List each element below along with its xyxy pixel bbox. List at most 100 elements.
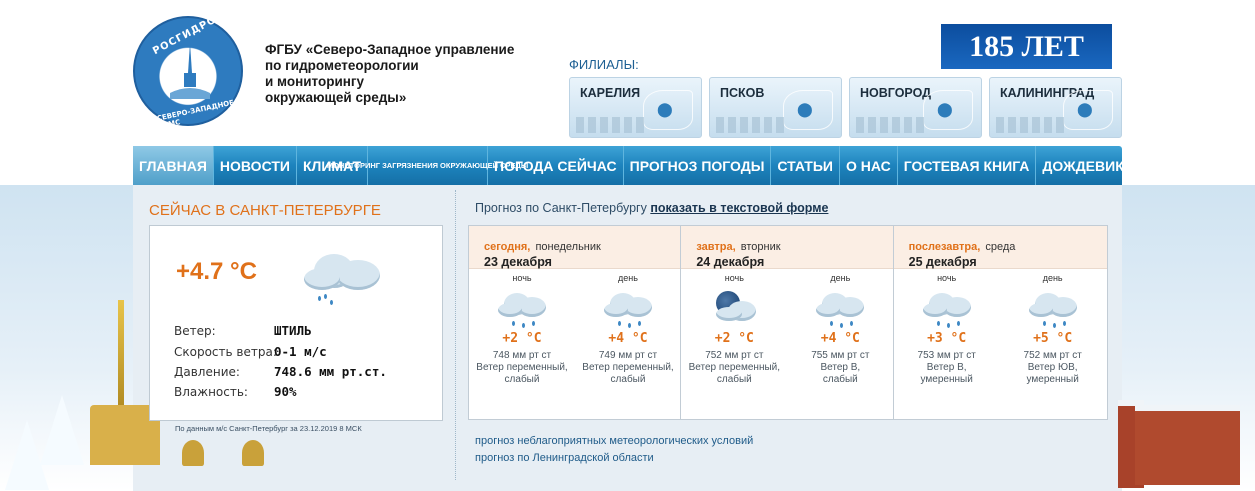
forecast-day-header: послезавтра, среда 25 декабря: [893, 226, 1107, 269]
branch-novgorod[interactable]: НОВГОРОД ⬤: [849, 77, 982, 138]
wind-speed-label: Скорость ветра:: [174, 345, 277, 359]
part-temperature: +4 °C: [820, 331, 860, 346]
part-wind: Ветер переменный,: [582, 362, 674, 373]
anniversary-badge[interactable]: 185 ЛЕТ: [941, 24, 1112, 69]
day-date: 23 декабря: [484, 255, 552, 269]
current-weather-title: СЕЙЧАС В САНКТ-ПЕТЕРБУРГЕ: [149, 202, 381, 219]
part-wind: Ветер В,: [926, 362, 967, 373]
part-temperature: +3 °C: [927, 331, 967, 346]
branch-pskov[interactable]: ПСКОВ ⬤: [709, 77, 842, 138]
forecast-day: послезавтра, среда 25 декабря ночь +3 °C…: [893, 226, 1107, 419]
snow-tree-decoration: [5, 420, 49, 490]
day-of-week: понедельник: [535, 241, 601, 253]
text-form-link[interactable]: показать в текстовой форме: [650, 201, 828, 215]
forecast-day-header: сегодня, понедельник 23 декабря: [469, 226, 681, 269]
humidity-value: 90%: [274, 384, 297, 399]
part-name: день: [830, 273, 851, 283]
org-title-line: по гидрометеорологии: [265, 58, 419, 73]
map-pin-icon: ⬤: [797, 102, 813, 118]
part-temperature: +2 °C: [714, 331, 754, 346]
nav-item-home[interactable]: ГЛАВНАЯ: [133, 146, 214, 185]
cloud-rain-icon: [814, 289, 866, 329]
day-relative: послезавтра,: [908, 241, 981, 253]
cloud-rain-icon: [921, 289, 973, 329]
nav-item-articles[interactable]: СТАТЬИ: [771, 146, 840, 185]
organization-title: ФГБУ «Северо-Западное управление по гидр…: [265, 42, 555, 106]
forecast-table: сегодня, понедельник 23 декабря ночь +2 …: [468, 225, 1108, 420]
branch-label: ПСКОВ: [720, 86, 765, 100]
forecast-header-text: Прогноз по Санкт-Петербургу: [475, 201, 647, 215]
wind-speed-value: 0-1 м/с: [274, 344, 327, 359]
pressure-value: 748.6 мм рт.ст.: [274, 364, 387, 379]
map-pin-icon: ⬤: [657, 102, 673, 118]
part-temperature: +5 °C: [1033, 331, 1073, 346]
part-wind-strength: умеренный: [1026, 374, 1079, 385]
part-pressure: 752 мм рт ст: [1023, 350, 1082, 361]
nav-item-monitoring[interactable]: МОНИТОРИНГ ЗАГРЯЗНЕНИЯ ОКРУЖАЮЩЕЙ СРЕДЫ: [327, 146, 528, 185]
leningrad-region-link[interactable]: прогноз по Ленинградской области: [475, 452, 654, 464]
day-date: 25 декабря: [908, 255, 977, 269]
branch-karelia[interactable]: КАРЕЛИЯ ⬤: [569, 77, 702, 138]
forecast-part: ночь +3 °C 753 мм рт ст Ветер В, умеренн…: [894, 270, 1000, 386]
town-silhouette: [576, 117, 646, 133]
current-temperature: +4.7 °C: [176, 258, 257, 285]
day-relative: завтра,: [696, 241, 736, 253]
forecast-part: день +4 °C 749 мм рт ст Ветер переменный…: [575, 270, 681, 386]
roshydromet-logo[interactable]: РОСГИДРОМЕТ СЕВЕРО-ЗАПАДНОЕ УГМС: [133, 2, 243, 131]
wind-label: Ветер:: [174, 324, 216, 338]
cloud-rain-icon: [300, 246, 382, 306]
part-name: день: [618, 273, 638, 283]
part-details: 753 мм рт ст Ветер В, умеренный: [894, 350, 1000, 386]
day-relative: сегодня,: [484, 241, 531, 253]
forecast-day: сегодня, понедельник 23 декабря ночь +2 …: [469, 226, 682, 419]
part-wind-strength: слабый: [610, 374, 646, 385]
branch-label: НОВГОРОД: [860, 86, 932, 100]
nav-item-news[interactable]: НОВОСТИ: [214, 146, 297, 185]
panel-divider: [455, 190, 456, 480]
part-temperature: +2 °C: [502, 331, 542, 346]
day-date: 24 декабря: [696, 255, 765, 269]
part-wind: Ветер ЮВ,: [1027, 362, 1078, 373]
part-wind: Ветер переменный,: [688, 362, 781, 373]
branch-kaliningrad[interactable]: КАЛИНИНГРАД ⬤: [989, 77, 1122, 138]
part-wind-strength: слабый: [822, 374, 858, 385]
part-pressure: 752 мм рт ст: [705, 350, 764, 361]
part-details: 749 мм рт ст Ветер переменный, слабый: [575, 350, 681, 386]
cathedral-spire-decoration: [118, 300, 124, 410]
org-title-line: ФГБУ «Северо-Западное управление: [265, 42, 515, 57]
part-wind: Ветер переменный,: [476, 362, 568, 373]
observation-footnote: По данным м/с Санкт-Петербург за 23.12.2…: [175, 424, 362, 433]
dome-decoration: [182, 440, 204, 466]
map-pin-icon: ⬤: [937, 102, 953, 118]
forecast-day: завтра, вторник 24 декабря ночь +2 °C 75…: [681, 226, 894, 419]
town-silhouette: [856, 117, 926, 133]
forecast-part: ночь +2 °C 752 мм рт ст Ветер переменный…: [681, 270, 787, 386]
part-name: ночь: [724, 273, 744, 283]
moon-cloud-icon: [708, 289, 760, 329]
nav-item-about[interactable]: О НАС: [840, 146, 898, 185]
map-pin-icon: ⬤: [1077, 102, 1093, 118]
part-details: 748 мм рт ст Ветер переменный, слабый: [469, 350, 575, 386]
cloud-rain-icon: [496, 289, 548, 329]
nav-item-rain-gauge[interactable]: ДОЖДЕВИК: [1036, 146, 1129, 185]
nav-item-weather-now[interactable]: ПОГОДА СЕЙЧАС: [488, 146, 624, 185]
nav-item-forecast[interactable]: ПРОГНОЗ ПОГОДЫ: [624, 146, 772, 185]
forecast-day-header: завтра, вторник 24 декабря: [681, 226, 893, 269]
nav-item-guestbook[interactable]: ГОСТЕВАЯ КНИГА: [898, 146, 1037, 185]
spire-logo-icon: [170, 43, 210, 99]
branch-label: КАРЕЛИЯ: [580, 86, 641, 100]
adverse-conditions-link[interactable]: прогноз неблагоприятных метеорологически…: [475, 435, 753, 447]
part-wind-strength: слабый: [716, 374, 752, 385]
day-of-week: среда: [985, 241, 1016, 253]
part-details: 755 мм рт ст Ветер В, слабый: [787, 350, 893, 386]
part-temperature: +4 °C: [608, 331, 648, 346]
pressure-label: Давление:: [174, 365, 240, 379]
part-details: 752 мм рт ст Ветер переменный, слабый: [681, 350, 787, 386]
part-pressure: 755 мм рт ст: [811, 350, 870, 361]
part-pressure: 753 мм рт ст: [917, 350, 976, 361]
branches-label: ФИЛИАЛЫ:: [569, 57, 639, 72]
org-title-line: окружающей среды»: [265, 90, 407, 105]
main-navigation: ГЛАВНАЯ НОВОСТИ КЛИМАТ МОНИТОРИНГ ЗАГРЯЗ…: [133, 146, 1124, 185]
cloud-rain-icon: [602, 289, 654, 329]
forecast-part: ночь +2 °C 748 мм рт ст Ветер переменный…: [469, 270, 575, 386]
